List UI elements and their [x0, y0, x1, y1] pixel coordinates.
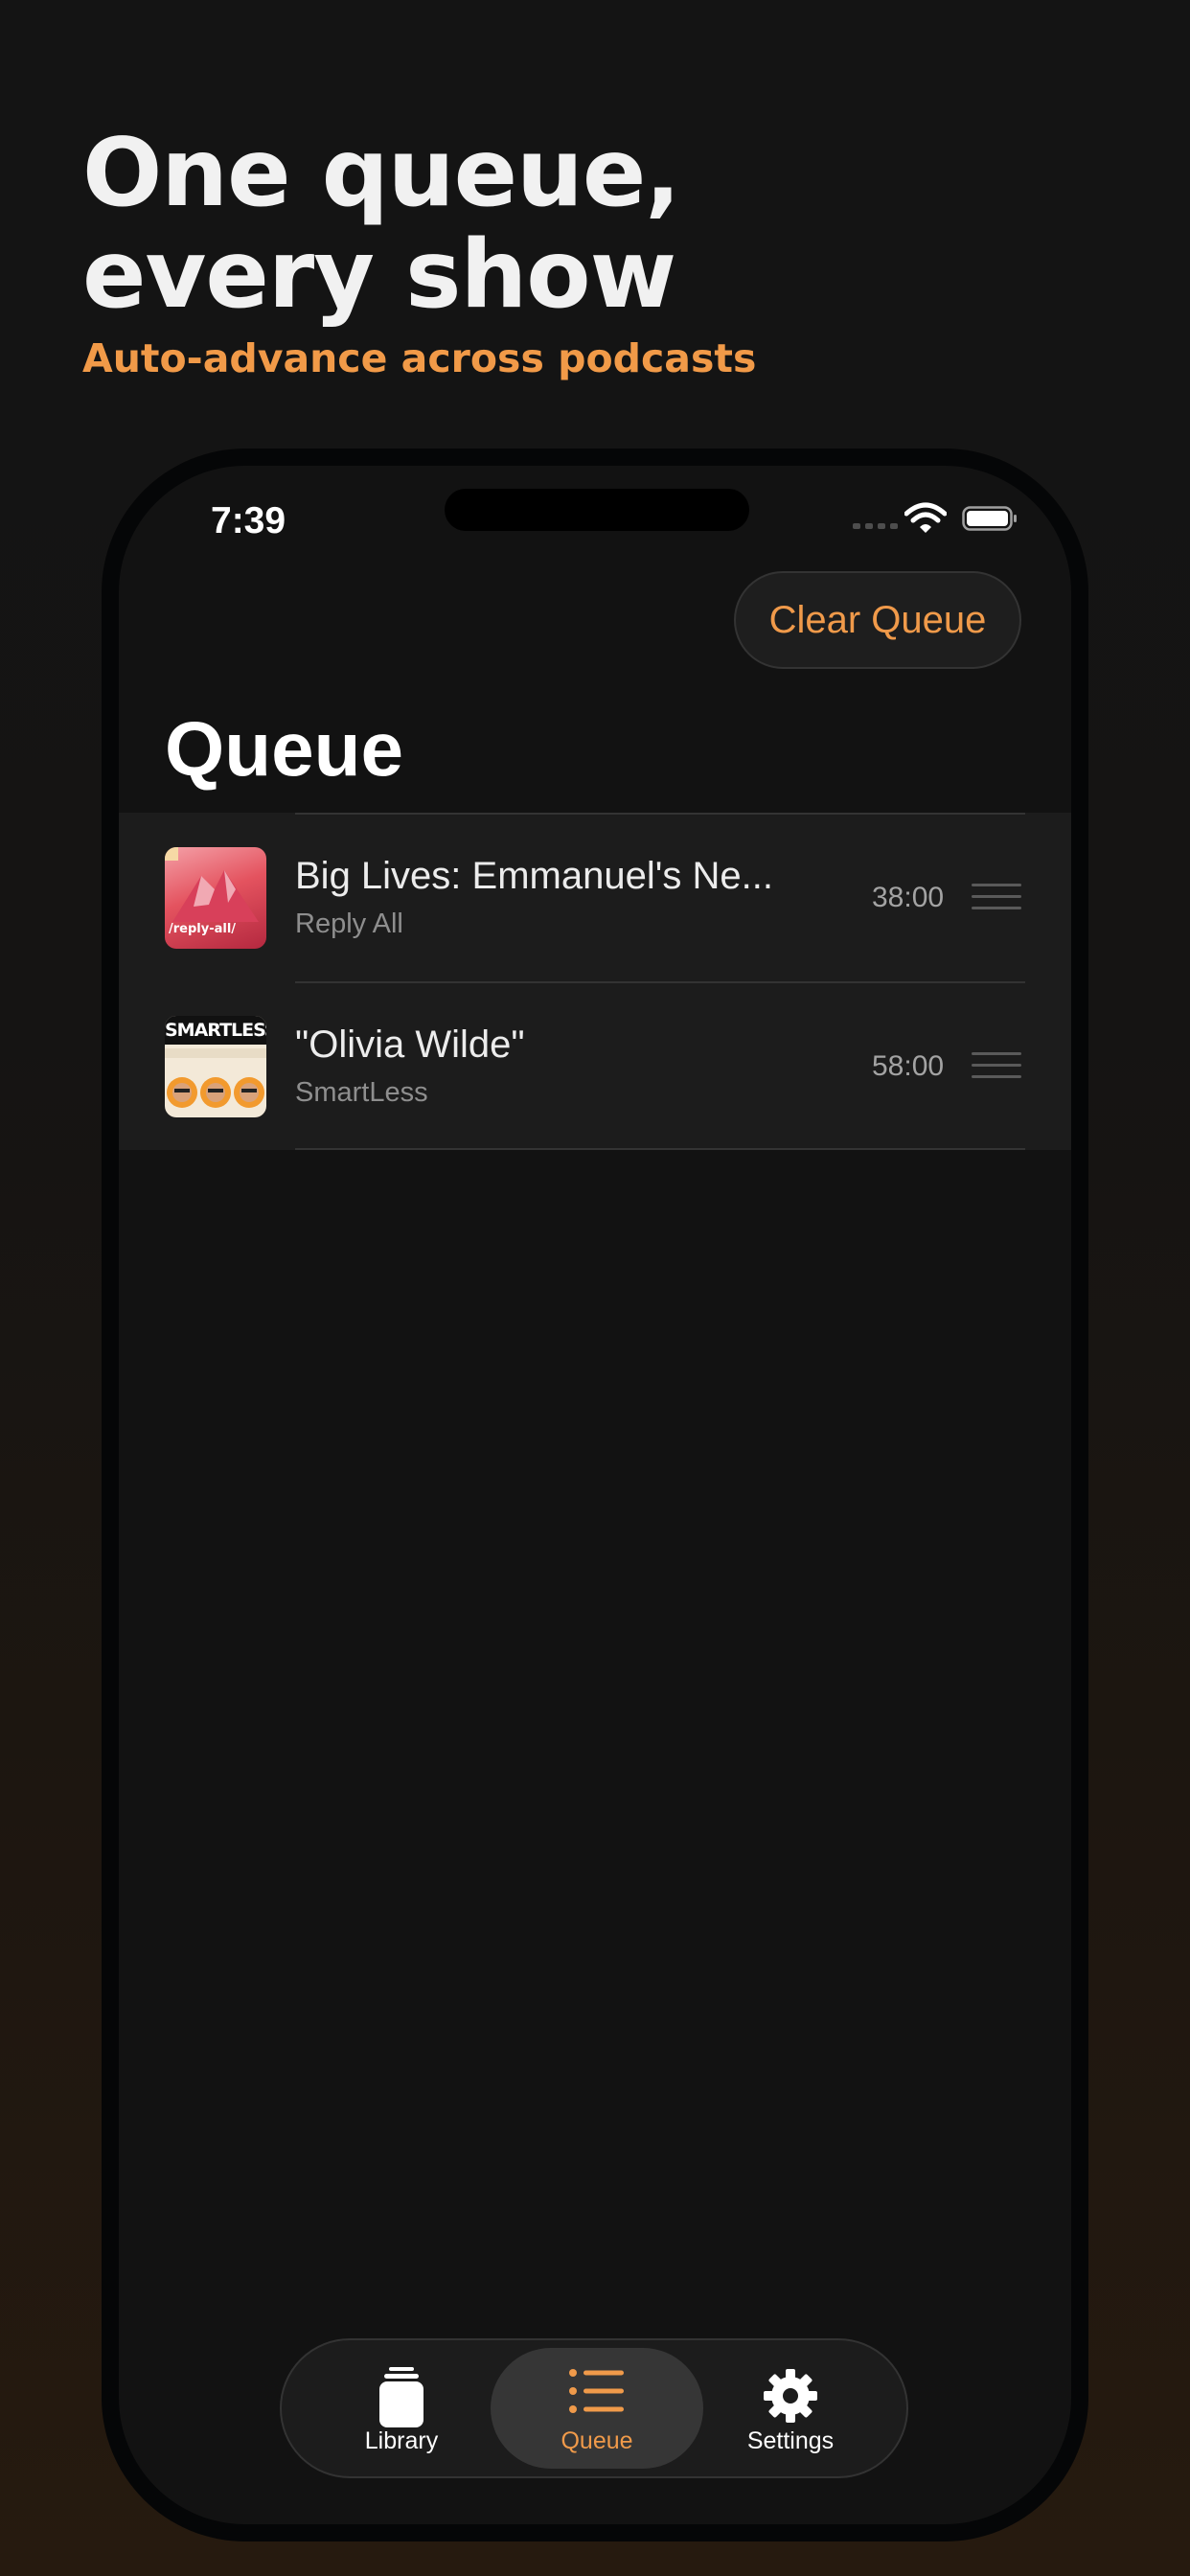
headline-line-1: One queue,: [82, 119, 681, 228]
status-time: 7:39: [211, 500, 286, 541]
page-title: Queue: [165, 706, 403, 792]
episode-show: SmartLess: [295, 1077, 428, 1108]
queue-list: /reply-all/ Big Lives: Emmanuel's Ne... …: [119, 813, 1071, 1150]
list-divider: [295, 1148, 1025, 1150]
drag-handle-icon[interactable]: [972, 884, 1021, 918]
queue-row[interactable]: SMARTLESS "Olivia Wilde" SmartLess 58:00: [119, 981, 1071, 1150]
dynamic-island: [445, 489, 749, 531]
artwork-text: /reply-all/: [169, 922, 237, 936]
episode-title: Big Lives: Emmanuel's Ne...: [295, 855, 773, 897]
podcast-artwork-smartless: SMARTLESS: [165, 1016, 266, 1117]
episode-title: "Olivia Wilde": [295, 1024, 525, 1066]
battery-icon: [962, 506, 1017, 531]
gear-icon: [764, 2369, 817, 2423]
headline-line-2: every show: [82, 220, 676, 330]
marketing-headline: One queue, every show: [82, 119, 681, 330]
drag-handle-icon[interactable]: [972, 1052, 1021, 1087]
marketing-subheadline: Auto-advance across podcasts: [82, 335, 757, 381]
tab-settings[interactable]: Settings: [684, 2348, 897, 2469]
episode-duration: 58:00: [872, 1050, 945, 1082]
podcast-artwork-reply-all: /reply-all/: [165, 847, 266, 949]
tab-label: Settings: [746, 2427, 835, 2454]
phone-frame: 7:39 Clear Queue Queue /reply-all/ Big L…: [102, 448, 1088, 2542]
tab-queue[interactable]: Queue: [491, 2348, 703, 2469]
tab-library[interactable]: Library: [295, 2348, 508, 2469]
list-icon: [569, 2369, 624, 2413]
episode-show: Reply All: [295, 908, 403, 939]
cellular-signal-icon: [853, 523, 898, 529]
app-screen: 7:39 Clear Queue Queue /reply-all/ Big L…: [119, 466, 1071, 2524]
tab-label: Queue: [561, 2427, 633, 2454]
library-icon: [379, 2367, 423, 2427]
tab-bar: Library Queue Settings: [280, 2338, 908, 2478]
clear-queue-button[interactable]: Clear Queue: [734, 571, 1021, 669]
tab-label: Library: [364, 2427, 439, 2454]
wifi-icon: [904, 502, 947, 533]
queue-row[interactable]: /reply-all/ Big Lives: Emmanuel's Ne... …: [119, 813, 1071, 981]
episode-duration: 38:00: [872, 882, 945, 913]
